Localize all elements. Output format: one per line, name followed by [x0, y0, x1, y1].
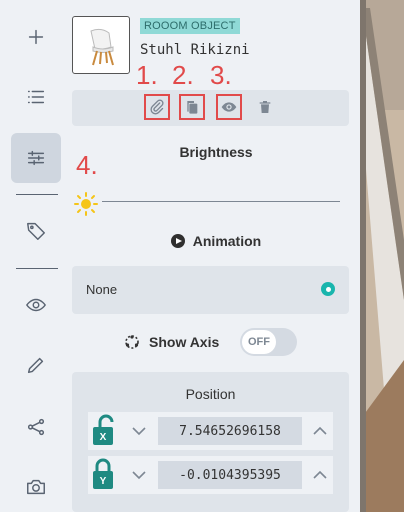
visibility-button[interactable] — [11, 280, 61, 330]
edit-button[interactable] — [11, 340, 61, 390]
play-icon — [170, 234, 185, 248]
duplicate-button[interactable] — [179, 94, 205, 120]
annotation-2: 2. — [172, 60, 194, 90]
toggle-state: OFF — [242, 330, 276, 354]
chevron-up-icon — [313, 470, 327, 479]
chevron-down-icon — [132, 471, 146, 480]
decrement-x-button[interactable] — [131, 423, 147, 439]
share-icon — [27, 418, 45, 436]
tag-icon — [27, 222, 45, 240]
locked-icon[interactable]: Y — [92, 458, 118, 492]
position-section: Position X 7.54652696158 Y -0.0104395395 — [72, 372, 349, 512]
left-rail — [0, 0, 73, 512]
paperclip-icon — [150, 99, 164, 115]
rail-divider — [16, 268, 58, 269]
animation-option-label: None — [86, 282, 118, 297]
object-type-badge: ROOOM OBJECT — [140, 18, 240, 34]
object-name: Stuhl Rikizni — [140, 42, 250, 58]
attach-button[interactable] — [144, 94, 170, 120]
chevron-up-icon — [313, 426, 327, 435]
delete-button[interactable] — [252, 94, 278, 120]
annotation-3: 3. — [210, 60, 232, 90]
chair-image — [90, 28, 114, 66]
annotation-1: 1. — [136, 60, 158, 90]
camera-icon — [27, 479, 45, 495]
show-axis-label: Show Axis — [149, 334, 220, 350]
object-thumbnail — [72, 16, 130, 74]
increment-x-button[interactable] — [312, 423, 328, 439]
decrement-y-button[interactable] — [131, 467, 147, 483]
show-axis-row: Show Axis OFF — [72, 328, 360, 356]
radio-selected[interactable] — [321, 282, 335, 296]
axis-x-label: X — [100, 432, 107, 443]
pencil-icon — [27, 357, 44, 374]
copy-icon — [187, 101, 198, 114]
camera-button[interactable] — [11, 462, 61, 512]
axis-y-label: Y — [100, 476, 107, 487]
axis-icon — [125, 335, 139, 349]
rail-divider — [16, 194, 58, 195]
scene-viewport[interactable] — [360, 0, 404, 512]
add-button[interactable] — [11, 12, 61, 62]
animation-title-label: Animation — [192, 233, 262, 249]
show-axis-toggle[interactable]: OFF — [240, 328, 297, 356]
animation-title: Animation — [72, 233, 360, 249]
sun-icon — [74, 192, 98, 216]
position-title: Position — [185, 386, 236, 402]
position-row-y: Y -0.0104395395 — [88, 456, 333, 494]
chevron-down-icon — [132, 427, 146, 436]
position-y-input[interactable]: -0.0104395395 — [158, 461, 302, 489]
plus-icon — [28, 29, 44, 45]
brightness-slider[interactable] — [102, 201, 340, 202]
position-row-x: X 7.54652696158 — [88, 412, 333, 450]
list-button[interactable] — [11, 72, 61, 122]
object-toolbar — [72, 90, 349, 126]
eye-icon — [221, 102, 237, 112]
share-button[interactable] — [11, 402, 61, 452]
trash-icon — [259, 101, 271, 113]
brightness-title: Brightness — [179, 144, 253, 160]
properties-button[interactable] — [11, 133, 61, 183]
eye-icon — [26, 298, 46, 312]
unlocked-icon[interactable]: X — [92, 414, 118, 448]
tag-button[interactable] — [11, 206, 61, 256]
toggle-visibility-button[interactable] — [216, 94, 242, 120]
annotation-4: 4. — [76, 150, 98, 180]
properties-panel: ROOOM OBJECT Stuhl Rikizni 1. 2. 3. Brig… — [72, 0, 360, 512]
list-icon — [27, 90, 45, 104]
animation-option-none[interactable]: None — [72, 266, 349, 314]
increment-y-button[interactable] — [312, 467, 328, 483]
scene-image — [360, 0, 404, 512]
position-x-input[interactable]: 7.54652696158 — [158, 417, 302, 445]
sliders-icon — [27, 150, 45, 166]
